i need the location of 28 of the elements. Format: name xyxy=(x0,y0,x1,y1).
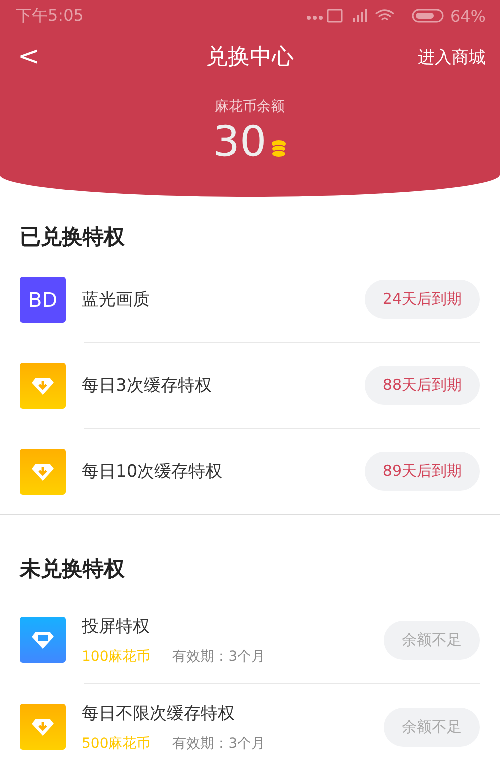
screen-icon xyxy=(20,617,66,663)
expiry-badge: 88天后到期 xyxy=(364,366,480,405)
privilege-name: 每日不限次缓存特权 xyxy=(82,702,236,724)
price-text: 100麻花币 xyxy=(82,648,151,666)
download-icon xyxy=(20,704,66,750)
download-icon xyxy=(20,448,66,494)
coins-icon xyxy=(270,140,287,158)
expiry-badge: 24天后到期 xyxy=(364,280,480,319)
privilege-name: 每日10次缓存特权 xyxy=(82,461,224,483)
battery-icon xyxy=(412,9,444,23)
status-time: 下午5:05 xyxy=(16,6,84,26)
privilege-name: 蓝光画质 xyxy=(82,289,151,311)
section-title: 已兑换特权 xyxy=(20,224,126,251)
store-link[interactable]: 进入商城 xyxy=(418,46,486,68)
back-button[interactable]: < xyxy=(14,42,44,72)
validity-text: 有效期：3个月 xyxy=(172,648,266,666)
validity-text: 有效期：3个月 xyxy=(172,734,266,752)
download-icon xyxy=(20,362,66,408)
privilege-name: 每日3次缓存特权 xyxy=(82,375,213,397)
expiry-badge: 89天后到期 xyxy=(364,452,480,491)
balance-label: 麻花币余额 xyxy=(214,98,286,116)
page-title: 兑换中心 xyxy=(205,44,295,72)
bd-icon: BD xyxy=(20,276,66,322)
privilege-name: 投屏特权 xyxy=(82,616,151,638)
battery-percent: 64% xyxy=(450,6,486,26)
balance-amount: 30 xyxy=(213,118,267,166)
price-text: 500麻花币 xyxy=(82,734,151,752)
section-title: 未兑换特权 xyxy=(20,556,126,583)
